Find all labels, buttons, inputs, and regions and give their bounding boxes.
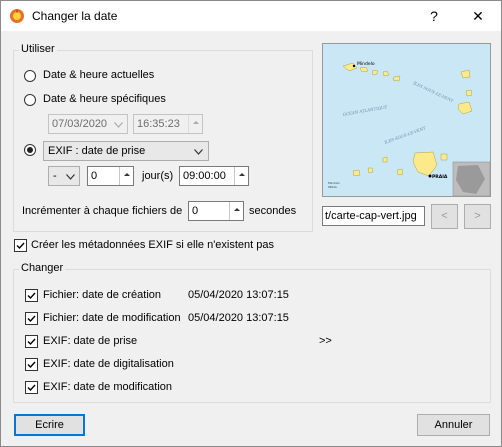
change-exif-digitized-checkbox[interactable] — [25, 358, 38, 371]
write-button[interactable]: Ecrire — [14, 414, 85, 436]
cape-verde-map: Mindelo PRAIA OCEAN ATLANTIQUE ÎLES SOUS… — [323, 44, 490, 196]
change-file-creation-checkbox[interactable] — [25, 289, 38, 302]
spin-up-icon — [234, 208, 240, 211]
chevron-down-icon — [114, 122, 123, 128]
days-spinner[interactable] — [119, 167, 133, 185]
increment-spinner[interactable] — [229, 202, 243, 220]
exif-field-select[interactable]: EXIF : date de prise — [43, 141, 209, 161]
spin-up-icon — [239, 173, 245, 176]
file-modification-value: 05/04/2020 13:07:15 — [188, 312, 289, 324]
days-value: 0 — [91, 170, 98, 182]
increment-value: 0 — [192, 205, 199, 217]
time-picker[interactable]: 16:35:23 — [133, 114, 203, 134]
expand-button[interactable]: >> — [319, 335, 332, 347]
change-exif-digitized-label: EXIF: date de digitalisation — [43, 358, 174, 370]
svg-text:PRAIA: PRAIA — [432, 174, 448, 180]
app-icon — [10, 9, 24, 23]
seconds-label: secondes — [249, 205, 297, 217]
increment-label: Incrémenter à chaque fichiers de — [22, 205, 183, 217]
change-file-creation-label: Fichier: date de création — [43, 289, 162, 301]
exif-select-value: EXIF : date de prise — [48, 145, 146, 157]
previous-image-button[interactable]: < — [431, 204, 458, 229]
date-picker[interactable]: 07/03/2020 — [48, 114, 128, 134]
next-image-button[interactable]: > — [464, 204, 491, 229]
date-value: 07/03/2020 — [52, 118, 108, 130]
sign-value: - — [53, 170, 57, 182]
title-bar: Changer la date ? ✕ — [1, 1, 501, 31]
sign-select[interactable]: - — [48, 166, 80, 186]
radio-exif[interactable] — [24, 144, 36, 156]
days-input[interactable]: 0 — [87, 166, 134, 186]
change-exif-taken-label: EXIF: date de prise — [43, 335, 138, 347]
utiliser-legend: Utiliser — [19, 43, 57, 55]
close-button[interactable]: ✕ — [455, 1, 501, 31]
help-button[interactable]: ? — [411, 1, 457, 31]
radio-specific-datetime[interactable] — [24, 94, 36, 106]
offset-time-value: 09:00:00 — [183, 170, 226, 182]
create-exif-checkbox[interactable] — [14, 239, 27, 252]
cancel-button[interactable]: Annuler — [417, 414, 490, 436]
filename-value: t/carte-cap-vert.jpg — [325, 210, 417, 222]
checkmark-icon — [27, 338, 36, 346]
svg-text:PRAIA: PRAIA — [328, 185, 338, 189]
change-date-dialog: Changer la date ? ✕ Utiliser Date & heur… — [0, 0, 502, 447]
spin-up-icon — [124, 173, 130, 176]
time-value: 16:35:23 — [137, 118, 180, 130]
change-exif-modification-checkbox[interactable] — [25, 381, 38, 394]
change-exif-modification-label: EXIF: date de modification — [43, 381, 173, 393]
checkmark-icon — [27, 361, 36, 369]
checkmark-icon — [27, 292, 36, 300]
create-exif-label: Créer les métadonnées EXIF si elle n'exi… — [31, 239, 274, 251]
offset-time-spinner[interactable] — [234, 167, 248, 185]
map-preview-image: Mindelo PRAIA OCEAN ATLANTIQUE ÎLES SOUS… — [322, 43, 491, 197]
radio-specific-label: Date & heure spécifiques — [43, 93, 166, 105]
change-file-modification-checkbox[interactable] — [25, 312, 38, 325]
checkmark-icon — [16, 242, 25, 250]
chevron-down-icon — [194, 149, 203, 155]
change-exif-taken-checkbox[interactable] — [25, 335, 38, 348]
days-label: jour(s) — [142, 170, 174, 182]
radio-current-datetime[interactable] — [24, 70, 36, 82]
radio-current-label: Date & heure actuelles — [43, 69, 155, 81]
offset-time-input[interactable]: 09:00:00 — [179, 166, 249, 186]
chevron-down-icon — [66, 174, 75, 180]
checkmark-icon — [27, 315, 36, 323]
increment-input[interactable]: 0 — [188, 201, 244, 221]
spin-up-icon — [193, 121, 199, 124]
file-creation-value: 05/04/2020 13:07:15 — [188, 289, 289, 301]
window-title: Changer la date — [32, 9, 118, 23]
changer-legend: Changer — [19, 262, 66, 274]
time-spinner[interactable] — [188, 115, 202, 133]
checkmark-icon — [27, 384, 36, 392]
filename-field[interactable]: t/carte-cap-vert.jpg — [322, 206, 425, 226]
change-file-modification-label: Fichier: date de modification — [43, 312, 181, 324]
svg-text:Mindelo: Mindelo — [357, 61, 375, 67]
